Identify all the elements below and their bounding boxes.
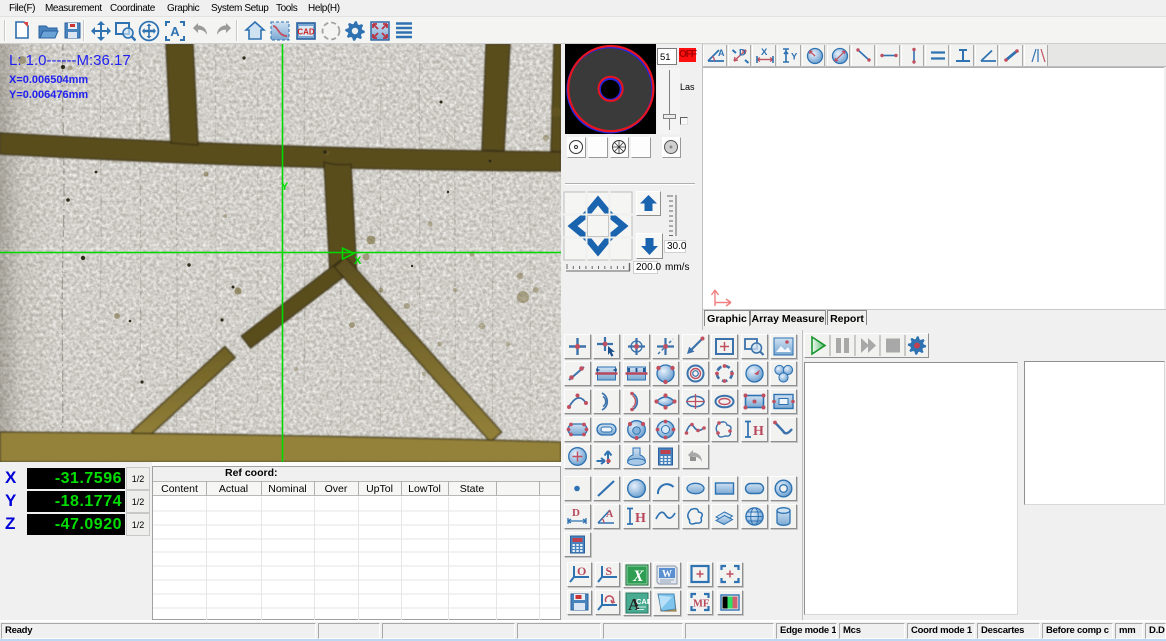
svg-text:O: O	[577, 564, 586, 578]
svg-text:D: D	[572, 507, 580, 519]
svg-text:X=0.006504mm: X=0.006504mm	[9, 74, 88, 86]
svg-text:CAD: CAD	[297, 28, 315, 37]
svg-text:H: H	[753, 424, 764, 439]
svg-text:H: H	[635, 511, 646, 526]
svg-text:Y: Y	[281, 181, 289, 193]
svg-text:Y=0.006476mm: Y=0.006476mm	[9, 89, 88, 101]
svg-text:D: D	[739, 48, 746, 59]
svg-text:X: X	[761, 47, 768, 58]
svg-text:S: S	[605, 564, 612, 578]
svg-text:A: A	[170, 24, 180, 39]
svg-text:MF: MF	[693, 598, 709, 609]
svg-text:X: X	[632, 568, 644, 585]
svg-text:A: A	[606, 509, 614, 520]
svg-text:A: A	[718, 48, 725, 58]
svg-text:W: W	[662, 569, 672, 580]
svg-text:CAD: CAD	[636, 597, 650, 606]
svg-text:Y: Y	[791, 52, 798, 63]
svg-text:X: X	[354, 255, 362, 267]
svg-text:L: 1.0------M:36.17: L: 1.0------M:36.17	[9, 52, 131, 69]
